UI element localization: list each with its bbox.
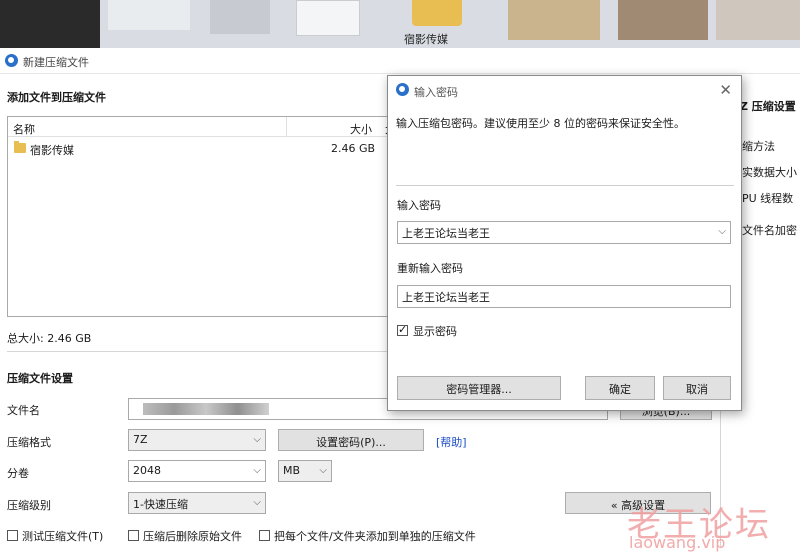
add-files-heading: 添加文件到压缩文件 [7,91,106,104]
chevron-down-icon[interactable]: ⌵ [718,226,726,237]
folder-icon[interactable] [412,0,462,26]
column-name[interactable]: 名称 [13,121,35,137]
split-unit-value: MB [283,464,301,477]
ok-button[interactable]: 确定 [585,376,655,400]
blurred-desktop-icon [296,0,360,36]
cancel-button[interactable]: 取消 [663,376,731,400]
app-icon [396,83,409,96]
test-archive-label[interactable]: 测试压缩文件(T) [22,528,103,544]
separate-archives-label[interactable]: 把每个文件/文件夹添加到单独的压缩文件 [274,528,476,544]
password-manager-button[interactable]: 密码管理器... [397,376,561,400]
reenter-password-label: 重新输入密码 [397,262,463,275]
desktop-strip: 宿影传媒 [0,0,800,48]
split-select[interactable]: 2048 ⌵ [128,460,266,482]
split-value: 2048 [133,464,161,477]
dialog-title: 输入密码 [414,86,458,99]
level-label: 压缩级别 [7,499,51,512]
chevron-down-icon: ⌵ [253,434,261,445]
encrypt-filenames-label[interactable]: 文件名加密 [742,222,797,238]
test-archive-checkbox[interactable] [7,530,18,541]
blurred-desktop-icon [210,0,270,34]
close-icon[interactable]: ✕ [719,81,732,99]
dialog-divider [396,185,734,186]
method-label: 缩方法 [742,140,775,153]
blurred-desktop-icon [508,0,600,40]
blurred-desktop-icon [618,0,708,40]
desktop-folder-label[interactable]: 宿影传媒 [404,31,448,47]
delete-original-checkbox[interactable] [128,530,139,541]
password-dialog: 输入密码 ✕ 输入压缩包密码。建议使用至少 8 位的密码来保证安全性。 输入密码… [387,75,742,411]
blurred-desktop-icon [0,0,100,48]
file-row-name[interactable]: 宿影传媒 [30,142,74,158]
format-select[interactable]: 7Z ⌵ [128,429,266,451]
folder-icon [14,141,26,153]
blurred-desktop-icon [108,0,190,30]
chevron-down-icon: ⌵ [319,465,327,476]
chevron-down-icon: ⌵ [253,465,261,476]
file-row-size: 2.46 GB [331,142,376,155]
chevron-down-icon: ⌵ [253,497,261,508]
enter-password-value: 上老王论坛当老王 [402,227,490,240]
file-list-header [8,117,396,137]
total-size: 总大小: 2.46 GB [7,332,92,345]
split-label: 分卷 [7,467,29,480]
reenter-password-value: 上老王论坛当老王 [402,291,490,304]
format-label: 压缩格式 [7,436,51,449]
level-select[interactable]: 1-快速压缩 ⌵ [128,492,266,514]
file-list[interactable]: 名称 大小 大 宿影传媒 2.46 GB [7,116,396,317]
panel-heading: Z 压缩设置 [740,100,796,113]
format-value: 7Z [133,433,148,446]
level-value: 1-快速压缩 [133,498,188,511]
show-password-checkbox[interactable] [397,323,408,336]
filename-label: 文件名 [7,404,40,417]
enter-password-label: 输入密码 [397,199,441,212]
dict-label: 实数据大小 [742,166,797,179]
settings-heading: 压缩文件设置 [7,372,73,385]
delete-original-label[interactable]: 压缩后删除原始文件 [143,528,242,544]
watermark-url: laowang.vip [629,533,726,552]
enter-password-input[interactable]: 上老王论坛当老王 ⌵ [397,221,731,244]
reenter-password-input[interactable]: 上老王论坛当老王 [397,285,731,308]
separate-archives-checkbox[interactable] [259,530,270,541]
window-titlebar: 新建压缩文件 [0,48,800,74]
set-password-button[interactable]: 设置密码(P)... [278,429,424,451]
app-icon [5,54,18,67]
help-link[interactable]: [帮助] [436,434,467,450]
split-unit-select[interactable]: MB ⌵ [278,460,332,482]
blurred-filename [143,403,269,415]
dialog-hint: 输入压缩包密码。建议使用至少 8 位的密码来保证安全性。 [396,117,685,130]
column-divider [286,117,287,137]
window-title: 新建压缩文件 [23,56,89,69]
show-password-label[interactable]: 显示密码 [413,323,457,339]
column-size[interactable]: 大小 [350,121,372,137]
threads-label: PU 线程数 [742,192,794,205]
blurred-desktop-icon [716,0,800,40]
